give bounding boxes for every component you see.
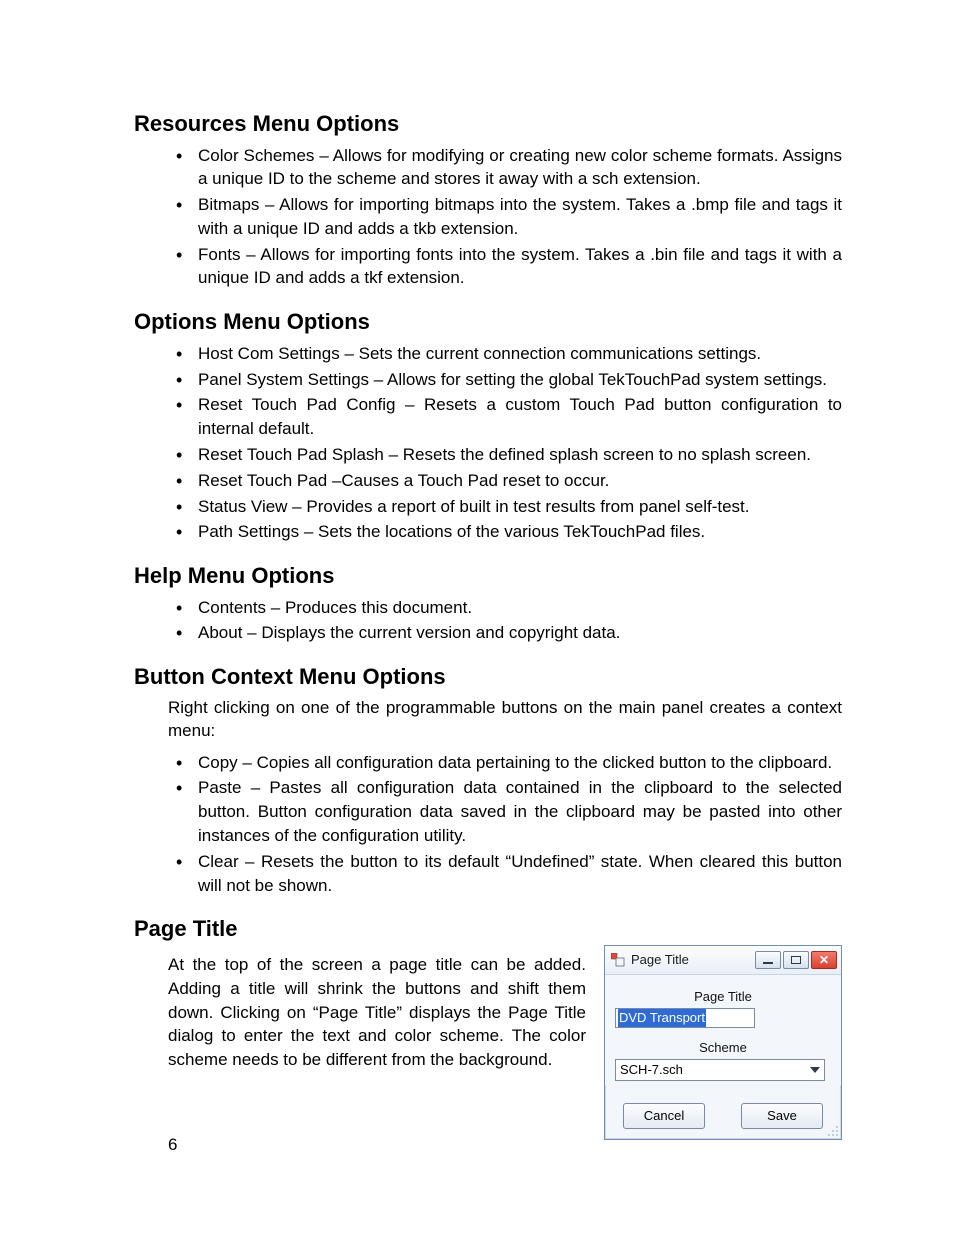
page-title-input[interactable]: DVD Transport: [615, 1008, 755, 1028]
list-item: Path Settings – Sets the locations of th…: [168, 520, 842, 544]
maximize-button[interactable]: [783, 951, 809, 969]
page-title-body: At the top of the screen a page title ca…: [168, 953, 586, 1072]
section-resources: Resources Menu Options Color Schemes – A…: [134, 110, 842, 290]
list-options: Host Com Settings – Sets the current con…: [168, 342, 842, 544]
dialog-body: Page Title DVD Transport Scheme SCH-7.sc…: [605, 975, 841, 1085]
list-item: About – Displays the current version and…: [168, 621, 842, 645]
list-item: Fonts – Allows for importing fonts into …: [168, 243, 842, 291]
maximize-icon: [791, 956, 801, 964]
scheme-field-label: Scheme: [615, 1040, 831, 1055]
minimize-button[interactable]: [755, 951, 781, 969]
dialog-titlebar[interactable]: Page Title ✕: [605, 946, 841, 975]
close-button[interactable]: ✕: [811, 951, 837, 969]
resize-grip-icon[interactable]: [827, 1125, 839, 1137]
section-context: Button Context Menu Options Right clicki…: [134, 663, 842, 897]
dialog-title: Page Title: [631, 952, 755, 967]
app-icon: [611, 953, 625, 967]
document-page: Resources Menu Options Color Schemes – A…: [0, 0, 954, 1235]
list-item: Reset Touch Pad –Causes a Touch Pad rese…: [168, 469, 842, 493]
save-button-label: Save: [767, 1108, 797, 1123]
list-item: Contents – Produces this document.: [168, 596, 842, 620]
list-item: Color Schemes – Allows for modifying or …: [168, 144, 842, 192]
page-title-input-value: DVD Transport: [618, 1009, 706, 1027]
list-help: Contents – Produces this document. About…: [168, 596, 842, 646]
section-help: Help Menu Options Contents – Produces th…: [134, 562, 842, 645]
close-icon: ✕: [819, 953, 829, 967]
list-resources: Color Schemes – Allows for modifying or …: [168, 144, 842, 291]
context-lead: Right clicking on one of the programmabl…: [168, 697, 842, 743]
scheme-combobox[interactable]: SCH-7.sch: [615, 1059, 825, 1081]
cancel-button-label: Cancel: [644, 1108, 684, 1123]
page-title-field-label: Page Title: [615, 989, 831, 1004]
minimize-icon: [763, 962, 773, 964]
list-item: Panel System Settings – Allows for setti…: [168, 368, 842, 392]
list-context: Copy – Copies all configuration data per…: [168, 751, 842, 898]
list-item: Reset Touch Pad Config – Resets a custom…: [168, 393, 842, 441]
section-page-title: Page Title At the top of the screen a pa…: [134, 915, 842, 1140]
cancel-button[interactable]: Cancel: [623, 1103, 705, 1129]
section-options: Options Menu Options Host Com Settings –…: [134, 308, 842, 544]
heading-help: Help Menu Options: [134, 562, 842, 590]
list-item: Paste – Pastes all configuration data co…: [168, 776, 842, 847]
list-item: Reset Touch Pad Splash – Resets the defi…: [168, 443, 842, 467]
scheme-value: SCH-7.sch: [620, 1062, 683, 1077]
save-button[interactable]: Save: [741, 1103, 823, 1129]
page-number: 6: [168, 1135, 177, 1155]
list-item: Status View – Provides a report of built…: [168, 495, 842, 519]
heading-resources: Resources Menu Options: [134, 110, 842, 138]
list-item: Host Com Settings – Sets the current con…: [168, 342, 842, 366]
heading-options: Options Menu Options: [134, 308, 842, 336]
heading-context: Button Context Menu Options: [134, 663, 842, 691]
page-title-dialog: Page Title ✕ Page Title DVD Transport Sc…: [604, 945, 842, 1140]
chevron-down-icon: [810, 1067, 820, 1073]
list-item: Bitmaps – Allows for importing bitmaps i…: [168, 193, 842, 241]
list-item: Copy – Copies all configuration data per…: [168, 751, 842, 775]
heading-page-title: Page Title: [134, 915, 842, 943]
list-item: Clear – Resets the button to its default…: [168, 850, 842, 898]
